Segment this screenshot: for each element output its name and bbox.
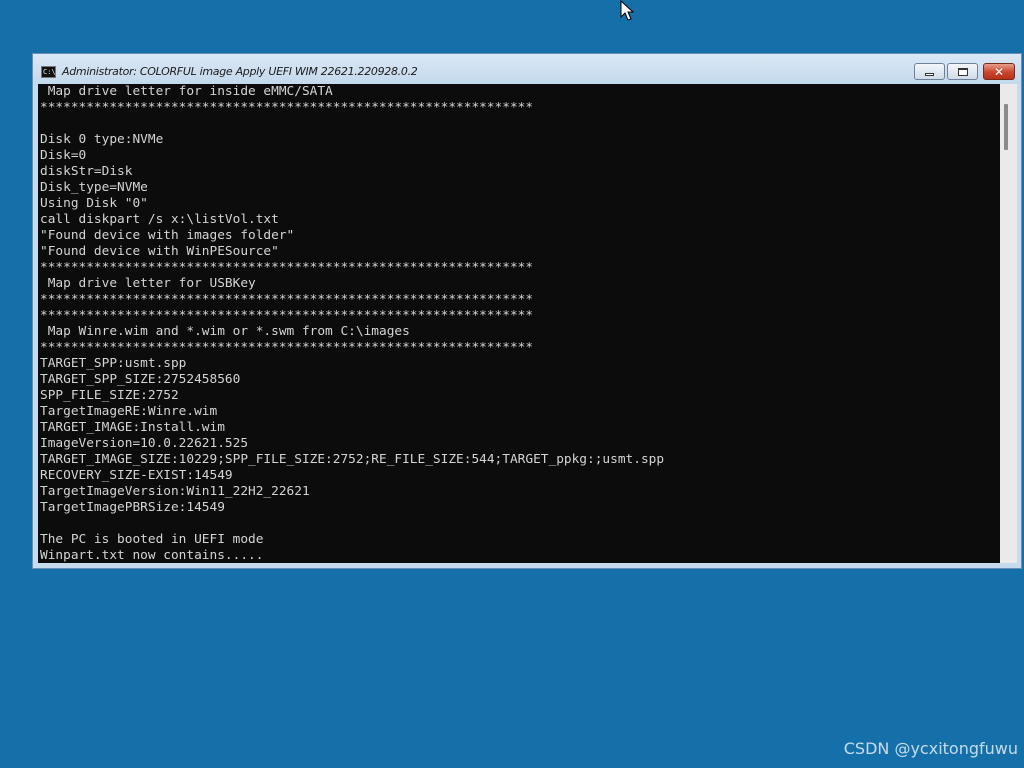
console-line: call diskpart /s x:\listVol.txt [40, 212, 279, 227]
console-line: Map drive letter for inside eMMC/SATA [40, 84, 333, 99]
console-line: Winpart.txt now contains..... [40, 548, 264, 563]
console-line: Map Winre.wim and *.wim or *.swm from C:… [40, 324, 410, 339]
console-line: RECOVERY_SIZE-EXIST:14549 [40, 468, 233, 483]
console-line: TargetImageRE:Winre.wim [40, 404, 218, 419]
console-line: Map drive letter for USBKey [40, 276, 256, 291]
console-line: TARGET_SPP_SIZE:2752458560 [40, 372, 241, 387]
console-line: Disk_type=NVMe [40, 180, 148, 195]
console-line: ****************************************… [40, 260, 534, 275]
close-icon: ✕ [993, 64, 1005, 79]
vertical-scrollbar[interactable] [1000, 84, 1017, 563]
console-line: TARGET_IMAGE_SIZE:10229;SPP_FILE_SIZE:27… [40, 452, 665, 467]
console-line: ****************************************… [40, 292, 534, 307]
console-line: Using Disk "0" [40, 196, 148, 211]
maximize-button[interactable] [947, 63, 978, 80]
console-line: TargetImagePBRSize:14549 [40, 500, 225, 515]
console-line: The PC is booted in UEFI mode [40, 532, 264, 547]
window-title: Administrator: COLORFUL image Apply UEFI… [62, 65, 418, 78]
console-line: Disk 0 type:NVMe [40, 132, 164, 147]
title-bar[interactable]: C:\ Administrator: COLORFUL image Apply … [33, 54, 1021, 85]
console-line: ****************************************… [40, 100, 534, 115]
console-app-icon: C:\ [41, 66, 56, 78]
close-button[interactable]: ✕ [983, 63, 1015, 80]
console-line: ImageVersion=10.0.22621.525 [40, 436, 249, 451]
console-window[interactable]: C:\ Administrator: COLORFUL image Apply … [32, 53, 1022, 569]
console-line: "Found device with images folder" [40, 228, 295, 243]
console-line: Disk=0 [40, 148, 87, 163]
scrollbar-thumb[interactable] [1004, 104, 1008, 150]
console-app-icon-label: C:\ [43, 68, 56, 76]
maximize-icon [957, 67, 968, 76]
console-line: TargetImageVersion:Win11_22H2_22621 [40, 484, 310, 499]
minimize-icon [925, 72, 934, 76]
console-line: TARGET_SPP:usmt.spp [40, 356, 187, 371]
watermark-text: CSDN @ycxitongfuwu [843, 739, 1018, 758]
console-line: diskStr=Disk [40, 164, 133, 179]
mouse-cursor-icon [620, 0, 635, 21]
console-line: SPP_FILE_SIZE:2752 [40, 388, 179, 403]
console-line: "Found device with WinPESource" [40, 244, 279, 259]
console-line: ****************************************… [40, 308, 534, 323]
minimize-button[interactable] [914, 63, 945, 80]
console-line: TARGET_IMAGE:Install.wim [40, 420, 225, 435]
console-line: ****************************************… [40, 340, 534, 355]
console-output-area[interactable]: Map drive letter for inside eMMC/SATA ***… [38, 84, 1000, 563]
console-output: Map drive letter for inside eMMC/SATA ***… [40, 84, 664, 563]
